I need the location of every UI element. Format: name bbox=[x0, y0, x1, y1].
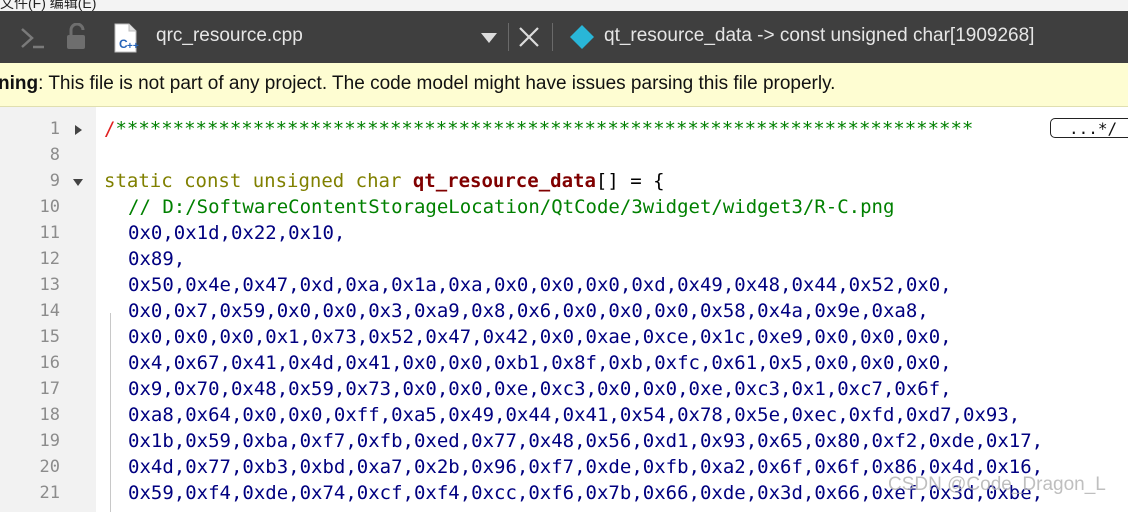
navigate-back-icon[interactable] bbox=[18, 25, 46, 56]
line-number: 10 bbox=[39, 197, 60, 217]
folded-block-placeholder[interactable]: ...*/ bbox=[1050, 118, 1128, 138]
code-token: [] = { bbox=[595, 170, 665, 192]
code-token: 0xa8,0x64,0x0,0x0,0xff,0xa5,0x49,0x44,0x… bbox=[128, 404, 1021, 426]
line-number: 15 bbox=[39, 327, 60, 347]
line-number: 8 bbox=[49, 145, 60, 165]
code-line: 0x89, bbox=[128, 246, 185, 272]
line-number: 16 bbox=[39, 353, 60, 373]
toolbar-separator bbox=[552, 23, 553, 51]
watermark: CSDN @Code_Dragon_L bbox=[888, 474, 1106, 495]
code-token: / bbox=[104, 118, 116, 140]
toolbar-separator bbox=[508, 23, 509, 51]
line-number: 11 bbox=[39, 223, 60, 243]
line-number: 19 bbox=[39, 431, 60, 451]
lock-icon[interactable] bbox=[64, 22, 90, 56]
code-token: qt_resource_data bbox=[412, 170, 596, 192]
svg-text:++: ++ bbox=[127, 41, 139, 52]
symbol-diamond-icon bbox=[569, 24, 595, 55]
code-token: 0x0,0x7,0x59,0x0,0x0,0x3,0xa9,0x8,0x6,0x… bbox=[128, 300, 929, 322]
code-line: // D:/SoftwareContentStorageLocation/QtC… bbox=[128, 194, 894, 220]
code-line: 0x4,0x67,0x41,0x4d,0x41,0x0,0x0,0xb1,0x8… bbox=[128, 350, 952, 376]
code-line: 0xa8,0x64,0x0,0x0,0xff,0xa5,0x49,0x44,0x… bbox=[128, 402, 1020, 428]
warning-message: : This file is not part of any project. … bbox=[38, 73, 836, 94]
cpp-file-icon: C ++ bbox=[112, 22, 142, 59]
code-token: // D:/SoftwareContentStorageLocation/QtC… bbox=[128, 196, 895, 218]
window-menu-strip: 文件(F) 编辑(E) bbox=[0, 0, 1128, 11]
warning-label: ning bbox=[0, 73, 39, 94]
line-number: 12 bbox=[39, 249, 60, 269]
fold-collapsed-icon[interactable] bbox=[72, 123, 84, 135]
code-line: static const unsigned char qt_resource_d… bbox=[104, 168, 665, 194]
symbol-selector[interactable]: qt_resource_data -> const unsigned char[… bbox=[604, 25, 1034, 47]
line-number: 18 bbox=[39, 405, 60, 425]
code-line: 0x0,0x7,0x59,0x0,0x0,0x3,0xa9,0x8,0x6,0x… bbox=[128, 298, 929, 324]
dropdown-icon[interactable] bbox=[480, 31, 498, 50]
open-file-name[interactable]: qrc_resource.cpp bbox=[156, 25, 303, 47]
scope-guide-line bbox=[110, 313, 111, 512]
code-token: 0x9,0x70,0x48,0x59,0x73,0x0,0x0,0xe,0xc3… bbox=[128, 378, 952, 400]
line-number-gutter: 1 8 9 10 11 12 13 14 15 16 17 18 19 20 21 bbox=[0, 107, 96, 512]
line-number: 20 bbox=[39, 457, 60, 477]
line-number: 17 bbox=[39, 379, 60, 399]
code-token: 0x1b,0x59,0xba,0xf7,0xfb,0xed,0x77,0x48,… bbox=[128, 430, 1044, 452]
menu-text: 文件(F) 编辑(E) bbox=[0, 0, 97, 11]
code-line: 0x1b,0x59,0xba,0xf7,0xfb,0xed,0x77,0x48,… bbox=[128, 428, 1043, 454]
close-icon[interactable] bbox=[518, 26, 540, 53]
code-line: /***************************************… bbox=[104, 116, 973, 142]
code-token: 0x0,0x1d,0x22,0x10, bbox=[128, 222, 346, 244]
code-editor[interactable]: 1 8 9 10 11 12 13 14 15 16 17 18 19 20 21 /***********… bbox=[0, 107, 1128, 512]
code-line: 0x0,0x1d,0x22,0x10, bbox=[128, 220, 345, 246]
code-token: 0x89, bbox=[128, 248, 186, 270]
code-token: static const unsigned char bbox=[104, 170, 413, 192]
line-number: 14 bbox=[39, 301, 60, 321]
code-token: 0x50,0x4e,0x47,0xd,0xa,0x1a,0xa,0x0,0x0,… bbox=[128, 274, 952, 296]
code-line: 0x9,0x70,0x48,0x59,0x73,0x0,0x0,0xe,0xc3… bbox=[128, 376, 952, 402]
line-number: 13 bbox=[39, 275, 60, 295]
code-line: 0x50,0x4e,0x47,0xd,0xa,0x1a,0xa,0x0,0x0,… bbox=[128, 272, 952, 298]
line-number: 21 bbox=[39, 483, 60, 503]
editor-toolbar: C ++ qrc_resource.cpp qt_resource_data ->… bbox=[0, 11, 1128, 63]
code-token: 0x0,0x0,0x0,0x1,0x73,0x52,0x47,0x42,0x0,… bbox=[128, 326, 952, 348]
line-number: 1 bbox=[49, 119, 60, 139]
fold-expanded-icon[interactable] bbox=[72, 175, 84, 187]
warning-text: ning: This file is not part of any proje… bbox=[0, 73, 835, 95]
line-number: 9 bbox=[49, 171, 60, 191]
code-token: 0x4,0x67,0x41,0x4d,0x41,0x0,0x0,0xb1,0x8… bbox=[128, 352, 952, 374]
code-token: ****************************************… bbox=[115, 118, 974, 140]
code-line: 0x0,0x0,0x0,0x1,0x73,0x52,0x47,0x42,0x0,… bbox=[128, 324, 952, 350]
warning-banner: ning: This file is not part of any proje… bbox=[0, 63, 1128, 107]
